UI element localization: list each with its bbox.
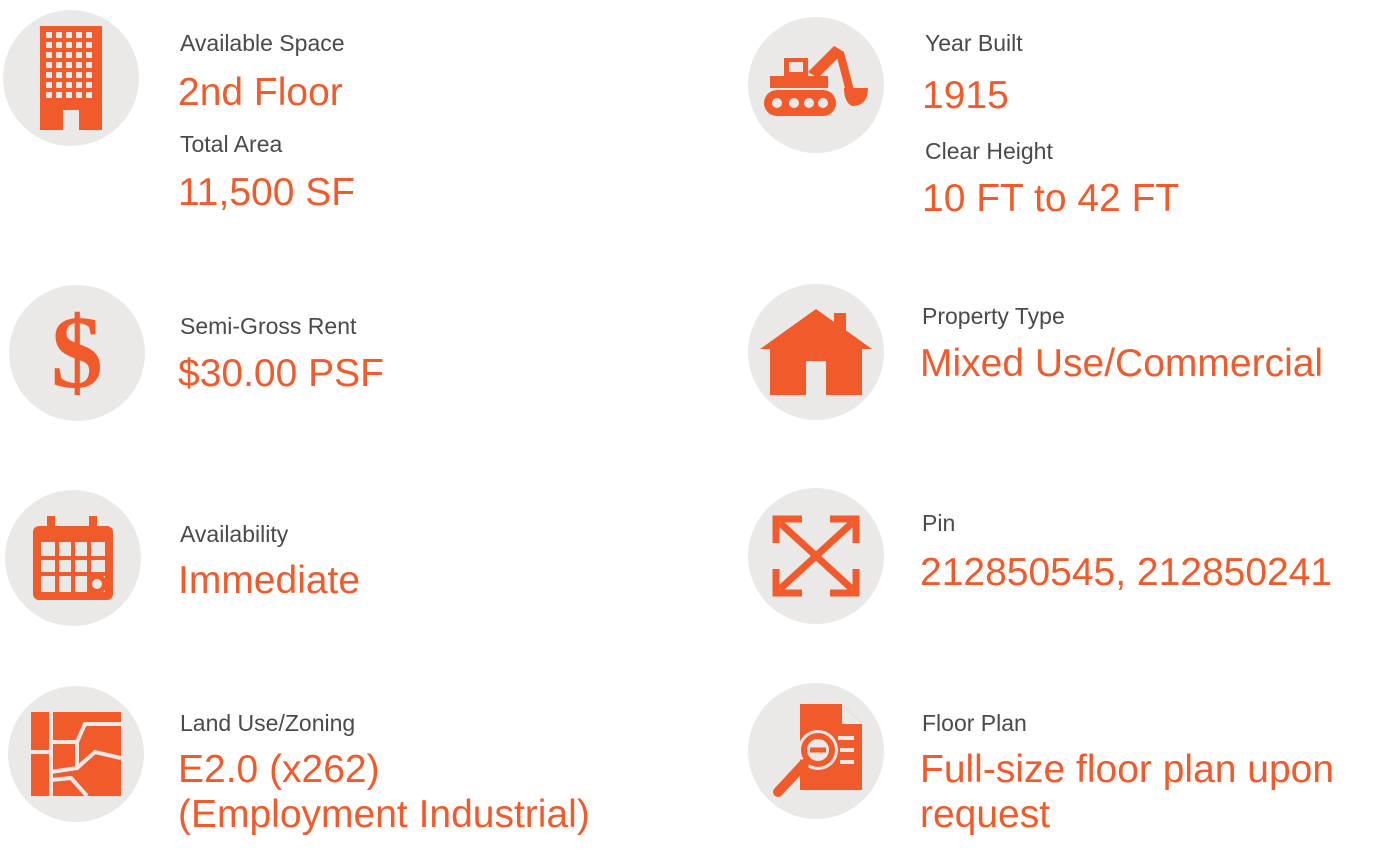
house-icon — [760, 309, 872, 395]
dollar-icon: $ — [51, 303, 103, 403]
field-label: Year Built — [925, 30, 1023, 56]
icon-circle — [8, 686, 144, 822]
svg-text:$: $ — [51, 303, 103, 403]
field-value: 11,500 SF — [178, 171, 356, 214]
field-value: E2.0 (x262) — [178, 748, 380, 791]
field-label: Total Area — [180, 131, 283, 157]
icon-circle — [5, 490, 141, 626]
field-label: Pin — [922, 510, 956, 536]
calendar-icon — [33, 516, 113, 600]
building-icon — [40, 26, 102, 130]
field-label: Availability — [180, 521, 289, 547]
field-label: Property Type — [922, 303, 1065, 329]
field-label: Floor Plan — [922, 710, 1027, 736]
field-value: $30.00 PSF — [178, 352, 384, 395]
icon-circle — [748, 17, 884, 153]
field-value: 1915 — [922, 74, 1009, 117]
icon-circle — [748, 488, 884, 624]
field-value: Full-size floor plan upon — [920, 748, 1335, 791]
field-value-line2: (Employment Industrial) — [178, 793, 590, 836]
excavator-icon — [764, 46, 868, 116]
icon-circle — [3, 10, 139, 146]
field-value: Mixed Use/Commercial — [920, 342, 1324, 385]
field-value-line2: request — [920, 793, 1051, 836]
field-value: 2nd Floor — [178, 71, 343, 114]
field-value: Immediate — [178, 559, 361, 602]
map-icon — [31, 712, 121, 796]
field-value: 10 FT to 42 FT — [922, 177, 1180, 220]
icon-circle — [748, 284, 884, 420]
field-label: Semi-Gross Rent — [180, 313, 357, 339]
expand-arrows-icon — [772, 515, 860, 597]
icon-circle: $ — [9, 285, 145, 421]
field-value: 212850545, 212850241 — [920, 551, 1333, 594]
field-label: Available Space — [180, 30, 345, 56]
field-label: Land Use/Zoning — [180, 710, 356, 736]
field-label: Clear Height — [925, 138, 1053, 164]
document-search-icon — [773, 704, 862, 797]
icon-circle — [748, 683, 884, 819]
